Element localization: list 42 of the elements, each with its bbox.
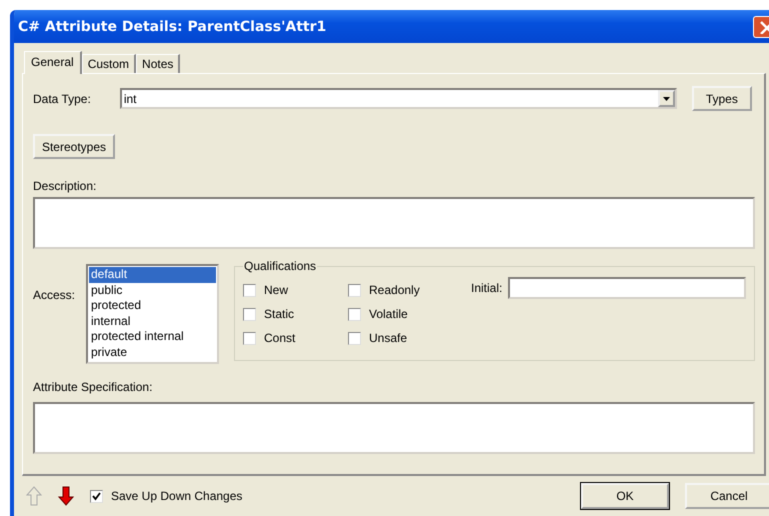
- stereotypes-button[interactable]: Stereotypes: [33, 134, 115, 159]
- checkbox-label: Static: [264, 307, 294, 321]
- data-type-dropdown[interactable]: int: [120, 88, 677, 109]
- list-item[interactable]: internal: [89, 314, 216, 329]
- field-label: Description:: [33, 179, 96, 193]
- checkbox[interactable]: [243, 332, 256, 344]
- checkbox[interactable]: [348, 332, 361, 344]
- list-item[interactable]: protected: [89, 298, 216, 314]
- field-label: Initial:: [471, 281, 502, 295]
- tab[interactable]: Notes: [136, 54, 180, 73]
- checkbox[interactable]: [243, 308, 256, 320]
- description-field[interactable]: [33, 197, 755, 249]
- close-icon: [759, 20, 769, 34]
- close-button[interactable]: [753, 16, 769, 38]
- checkbox-label: New: [264, 283, 288, 297]
- window-title: C# Attribute Details: ParentClass'Attr1: [18, 18, 326, 34]
- attribute-specification-field[interactable]: [33, 402, 755, 454]
- access-list[interactable]: default public protected internal protected internal private: [86, 264, 219, 364]
- checkbox-label: Readonly: [369, 283, 420, 297]
- list-item[interactable]: private: [89, 344, 216, 360]
- checkbox-label: Volatile: [369, 307, 408, 321]
- field-label: Access:: [33, 288, 76, 302]
- types-button[interactable]: Types: [692, 86, 752, 111]
- group-title: Qualifications: [243, 259, 318, 273]
- checkbox[interactable]: [348, 284, 361, 296]
- cancel-button[interactable]: Cancel: [685, 483, 769, 509]
- checkbox[interactable]: [243, 284, 256, 296]
- list-item[interactable]: default: [89, 267, 216, 282]
- field-label: Data Type:: [33, 92, 91, 106]
- tab[interactable]: Custom: [82, 54, 136, 73]
- checkbox[interactable]: [348, 308, 361, 320]
- checkbox-label: Const: [264, 331, 296, 345]
- initial-field[interactable]: [508, 277, 746, 299]
- checkbox[interactable]: [90, 490, 103, 502]
- tab[interactable]: General: [24, 51, 82, 74]
- down-arrow-icon[interactable]: [58, 486, 74, 506]
- checkbox-label: Save Up Down Changes: [111, 489, 242, 503]
- ok-button[interactable]: OK: [581, 483, 669, 509]
- field-label: Attribute Specification:: [33, 380, 152, 394]
- list-item[interactable]: public: [89, 282, 216, 298]
- checkbox-label: Unsafe: [369, 331, 408, 345]
- list-item[interactable]: protected internal: [89, 329, 216, 344]
